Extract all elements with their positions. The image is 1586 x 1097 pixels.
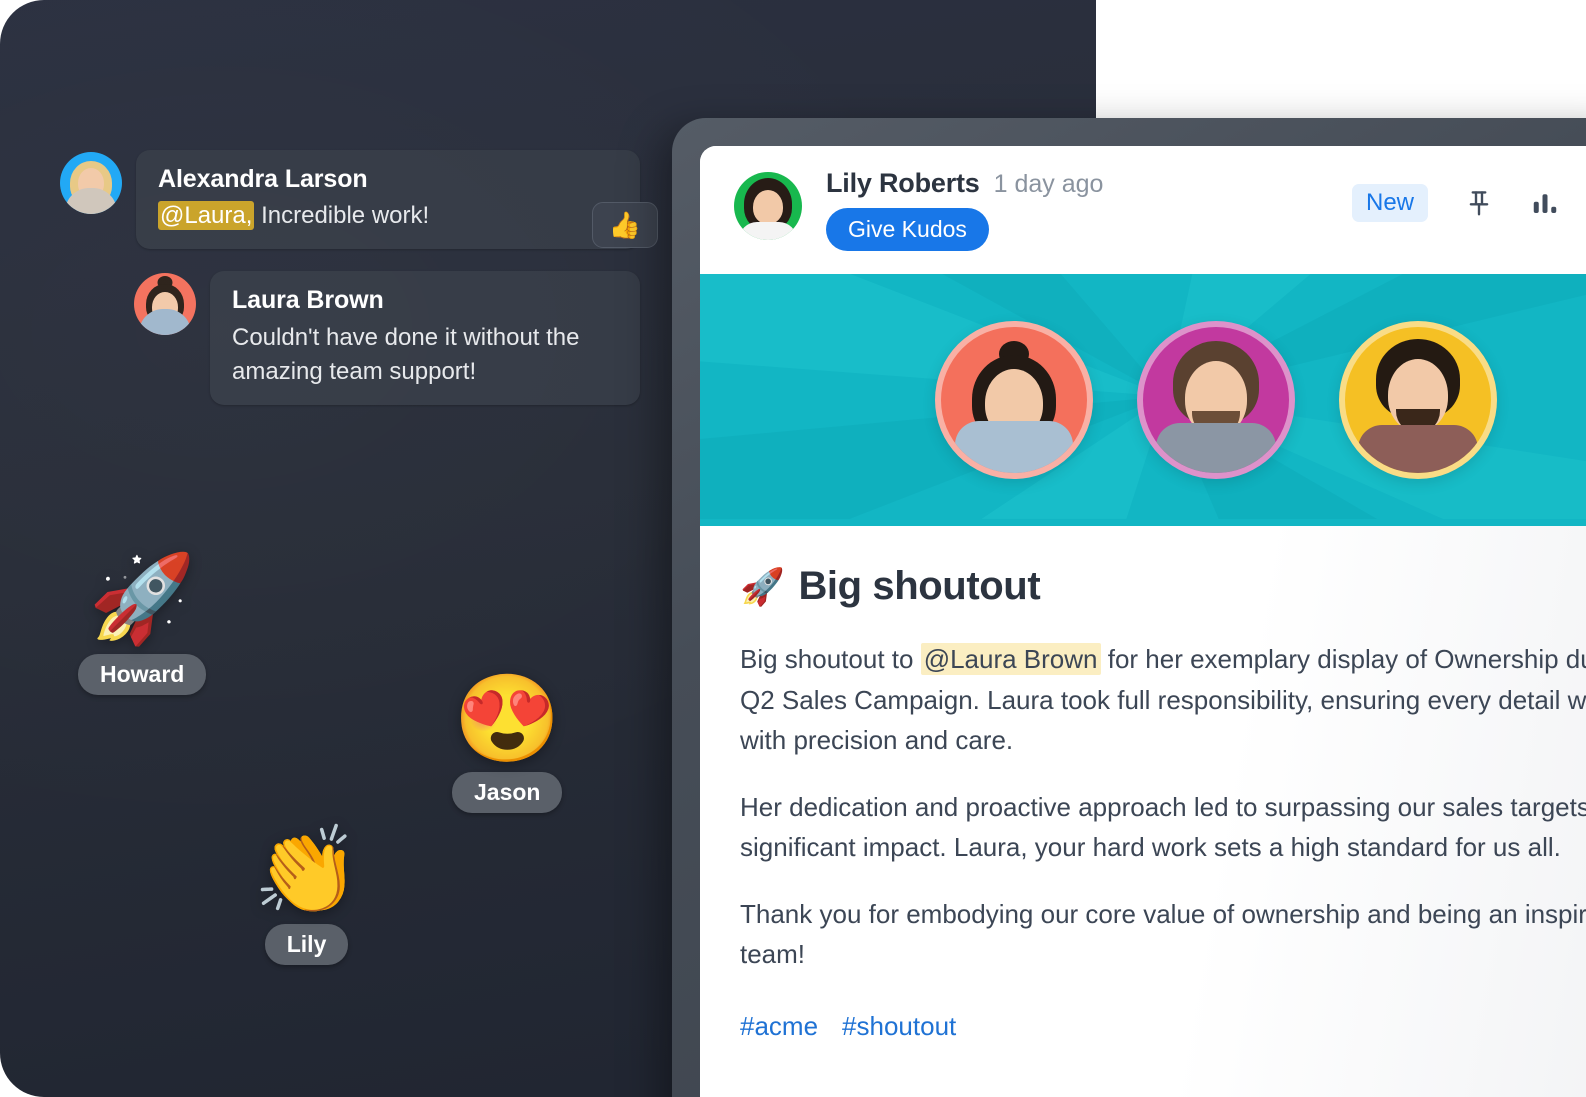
post-paragraph-3: Thank you for embodying our core value o… [740,898,1586,970]
post-body: 🚀 Big shoutout Big shoutout to @Laura Br… [700,526,1586,1097]
banner-avatar-2 [1137,321,1295,479]
screenshot-stage: Alexandra Larson @Laura, Incredible work… [0,0,1586,1097]
post-actions: New [1351,184,1586,222]
banner-avatar-1 [935,321,1093,479]
chat-message-alexandra: Alexandra Larson @Laura, Incredible work… [60,150,658,250]
rocket-emoji: 🚀 [740,565,785,607]
message-author: Alexandra Larson [158,165,368,193]
avatar-lily-roberts [734,172,802,240]
chat-message-laura: Laura Brown Couldn't have done it withou… [60,271,640,405]
mention-laura-brown[interactable]: @Laura Brown [920,643,1101,675]
banner-avatar-group [700,274,1586,526]
rocket-emoji: 🚀 [88,551,196,647]
post-author: Lily Roberts [826,168,980,198]
give-kudos-button[interactable]: Give Kudos [826,208,989,251]
post-meta: Lily Roberts 1 day ago Give Kudos [826,168,1103,251]
post-title-text: Big shoutout [798,564,1041,608]
message-text: Couldn't have done it without the amazin… [232,323,580,385]
thumbs-up-icon[interactable]: 👍 [592,202,658,248]
floating-reaction-howard[interactable]: 🚀 Howard [78,551,207,695]
reaction-person-label: Howard [78,654,207,695]
floating-reaction-jason[interactable]: 😍 Jason [452,671,563,813]
message-bubble: Alexandra Larson @Laura, Incredible work… [136,150,658,250]
pin-icon[interactable] [1464,188,1494,218]
post-paragraph-2: Her dedication and proactive approach le… [740,791,1586,863]
message-text: @Laura, Incredible work! [158,199,562,233]
message-bubble: Laura Brown Couldn't have done it withou… [210,271,640,405]
reaction-person-label: Lily [264,924,349,965]
device-frame: Lily Roberts 1 day ago Give Kudos New 🚀 … [672,118,1586,1097]
post-tags: #acme #shoutout [740,1011,1586,1042]
avatar-laura [134,273,196,336]
message-body: Incredible work! [254,202,430,230]
paragraph-lead: Big shoutout to [740,644,921,674]
mention-chip[interactable]: @Laura, [158,201,255,231]
floating-reaction-lily[interactable]: 👏 Lily [253,828,360,965]
post-title: 🚀 Big shoutout [740,564,1586,609]
post-paragraph-1: Big shoutout to @Laura Brown for her exe… [740,639,1586,761]
reaction-person-label: Jason [452,772,563,813]
post-card: Lily Roberts 1 day ago Give Kudos New 🚀 … [700,146,1586,1097]
post-timestamp: 1 day ago [993,170,1104,198]
hashtag-shoutout[interactable]: #shoutout [842,1011,956,1042]
bar-chart-icon[interactable] [1530,188,1560,218]
hashtag-acme[interactable]: #acme [740,1011,818,1042]
chat-thread: Alexandra Larson @Laura, Incredible work… [60,150,658,405]
post-header: Lily Roberts 1 day ago Give Kudos New [700,146,1586,274]
status-badge[interactable]: New [1351,184,1428,222]
heart-eyes-emoji: 😍 [453,671,561,767]
clapping-hands-emoji: 👏 [253,823,361,919]
post-banner [700,274,1586,526]
message-author: Laura Brown [232,286,384,315]
banner-avatar-3 [1339,321,1497,479]
avatar-alexandra [60,152,122,214]
